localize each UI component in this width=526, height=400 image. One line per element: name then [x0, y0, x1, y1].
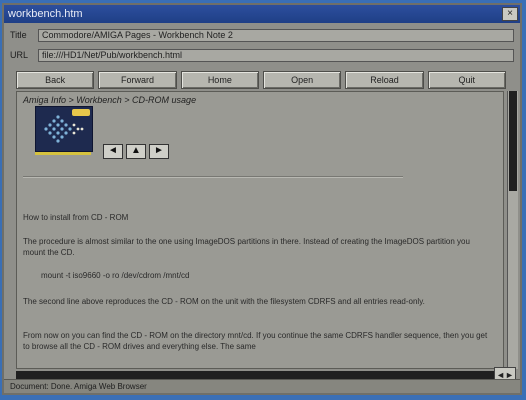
section-heading: How to install from CD - ROM [23, 213, 129, 222]
status-bar: Document: Done. Amiga Web Browser [4, 379, 520, 393]
page-nav-buttons: ◄ ▲ ► [103, 144, 169, 159]
breadcrumb[interactable]: Amiga Info > Workbench > CD-ROM usage [23, 95, 196, 105]
title-row-label: Title [10, 30, 27, 40]
logo-badge [72, 109, 90, 116]
prev-arrow-icon[interactable]: ◄ [103, 144, 123, 159]
up-arrow-icon[interactable]: ▲ [126, 144, 146, 159]
page-content: Amiga Info > Workbench > CD-ROM usage ◄ … [16, 91, 504, 369]
url-row-label: URL [10, 50, 29, 60]
page-title-field[interactable]: Commodore/AMIGA Pages - Workbench Note 2 [38, 28, 514, 42]
divider [23, 176, 403, 178]
url-input[interactable]: file:///HD1/Net/Pub/workbench.html [38, 48, 514, 62]
reload-button[interactable]: Reload [345, 71, 424, 89]
paragraph-2: The second line above reproduces the CD … [23, 297, 425, 306]
home-button[interactable]: Home [180, 71, 259, 89]
close-icon[interactable]: × [502, 7, 518, 21]
amiga-logo-image [35, 106, 93, 152]
toolbar: Back Forward Home Open Reload Quit [16, 71, 506, 89]
vertical-scrollbar[interactable] [507, 91, 518, 369]
browser-window: workbench.htm × Title Commodore/AMIGA Pa… [2, 3, 522, 395]
scroll-thumb[interactable] [509, 91, 517, 191]
url-row: URL file:///HD1/Net/Pub/workbench.html [4, 47, 520, 63]
open-button[interactable]: Open [262, 71, 342, 89]
title-bar[interactable]: workbench.htm × [4, 5, 520, 23]
next-arrow-icon[interactable]: ► [149, 144, 169, 159]
quit-button[interactable]: Quit [427, 71, 506, 89]
paragraph-3: From now on you can find the CD - ROM on… [23, 331, 488, 351]
code-line: mount -t iso9660 -o ro /dev/cdrom /mnt/c… [41, 271, 190, 280]
window-title: workbench.htm [8, 8, 83, 20]
back-button[interactable]: Back [16, 71, 95, 89]
title-row: Title Commodore/AMIGA Pages - Workbench … [4, 27, 520, 43]
paragraph-1: The procedure is almost similar to the o… [23, 237, 470, 257]
forward-button[interactable]: Forward [98, 71, 177, 89]
logo-underline [35, 152, 91, 155]
horizontal-scrollbar[interactable] [16, 371, 494, 379]
